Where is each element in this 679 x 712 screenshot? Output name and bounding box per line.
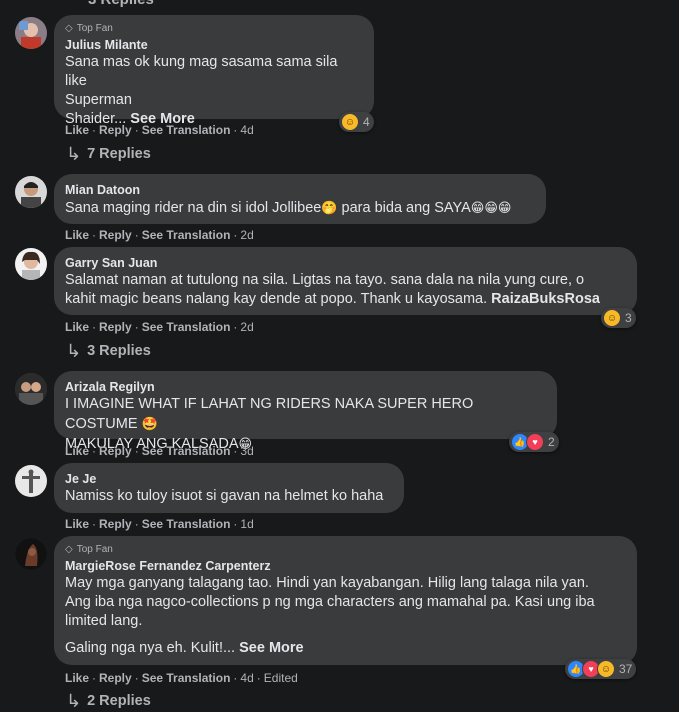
timestamp[interactable]: 4d	[240, 123, 253, 137]
timestamp[interactable]: 4d	[240, 671, 253, 685]
comment-author[interactable]: Je Je	[65, 471, 392, 487]
comment-text: May mga ganyang talagang tao. Hindi yan …	[65, 575, 595, 656]
comment-actions: Like · Reply · See Translation · 4d	[65, 123, 254, 137]
like-button[interactable]: Like	[65, 123, 89, 137]
comment-author[interactable]: Arizala Regilyn	[65, 379, 545, 395]
diamond-icon: ◇	[65, 544, 73, 555]
avatar[interactable]	[15, 176, 47, 208]
timestamp[interactable]: 2d	[240, 228, 253, 242]
see-translation-button[interactable]: See Translation	[142, 444, 231, 458]
comment-actions: Like · Reply · See Translation · 2d	[65, 228, 254, 242]
diamond-icon: ◇	[65, 23, 73, 34]
like-button[interactable]: Like	[65, 671, 89, 685]
timestamp[interactable]: 2d	[240, 320, 253, 334]
comment-actions: Like · Reply · See Translation · 4d · Edited	[65, 671, 298, 685]
like-button[interactable]: Like	[65, 320, 89, 334]
mention-link[interactable]: RaizaBuksRosa	[491, 291, 600, 307]
comment-actions: Like · Reply · See Translation · 1d	[65, 517, 254, 531]
avatar[interactable]	[15, 538, 47, 570]
view-replies-link[interactable]: ↳ 7 Replies	[66, 144, 151, 164]
haha-icon: ☺	[603, 309, 621, 327]
edited-label: Edited	[263, 671, 298, 685]
reaction-summary[interactable]: 👍 ♥ ☺ 37	[565, 659, 637, 679]
reaction-summary[interactable]: 👍 ♥ 2	[509, 432, 559, 452]
view-replies-link[interactable]: ↳ 3 Replies	[66, 341, 151, 361]
comment-text: Sana maging rider na din si idol Jollibe…	[65, 200, 512, 216]
top-fan-badge: ◇ Top Fan	[65, 544, 113, 555]
haha-icon: ☺	[341, 113, 359, 131]
comment-actions: Like · Reply · See Translation · 2d	[65, 320, 254, 334]
see-more-link[interactable]: See More	[239, 640, 303, 656]
reply-button[interactable]: Reply	[99, 228, 132, 242]
like-button[interactable]: Like	[65, 444, 89, 458]
reply-arrow-icon: ↳	[66, 691, 82, 711]
emoji-icon: 🤭	[321, 200, 338, 215]
emoji-icon: 😁😁😁	[470, 200, 512, 215]
view-replies-link[interactable]: ↳ 2 Replies	[66, 691, 151, 711]
avatar[interactable]	[15, 373, 47, 405]
like-button[interactable]: Like	[65, 517, 89, 531]
previous-replies-link[interactable]: 3 Replies	[88, 0, 154, 8]
comment-text: Namiss ko tuloy isuot si gavan na helmet…	[65, 488, 384, 504]
comment-bubble: Arizala Regilyn I IMAGINE WHAT IF LAHAT …	[54, 371, 557, 452]
see-translation-button[interactable]: See Translation	[142, 320, 231, 334]
see-translation-button[interactable]: See Translation	[142, 517, 231, 531]
comment-author[interactable]: MargieRose Fernandez Carpenterz	[65, 558, 625, 574]
reply-button[interactable]: Reply	[99, 517, 132, 531]
reaction-summary[interactable]: ☺ 4	[339, 112, 374, 132]
reply-button[interactable]: Reply	[99, 320, 132, 334]
comment-bubble: ◇ Top Fan MargieRose Fernandez Carpenterz…	[54, 536, 637, 665]
avatar[interactable]	[15, 17, 47, 49]
comment-author[interactable]: Mian Datoon	[65, 182, 534, 198]
see-translation-button[interactable]: See Translation	[142, 228, 231, 242]
reply-button[interactable]: Reply	[99, 123, 132, 137]
comment-actions: Like · Reply · See Translation · 3d	[65, 444, 254, 458]
avatar[interactable]	[15, 465, 47, 497]
reply-button[interactable]: Reply	[99, 444, 132, 458]
reply-arrow-icon: ↳	[66, 144, 82, 164]
timestamp[interactable]: 1d	[240, 517, 253, 531]
top-fan-badge: ◇ Top Fan	[65, 23, 113, 34]
comment-bubble: Je Je Namiss ko tuloy isuot si gavan na …	[54, 463, 404, 513]
comment-author[interactable]: Julius Milante	[65, 37, 362, 53]
timestamp[interactable]: 3d	[240, 444, 253, 458]
like-button[interactable]: Like	[65, 228, 89, 242]
comment-text: Sana mas ok kung mag sasama sama sila li…	[65, 54, 338, 127]
comment-author[interactable]: Garry San Juan	[65, 255, 625, 271]
comment-bubble: Mian Datoon Sana maging rider na din si …	[54, 174, 546, 224]
see-translation-button[interactable]: See Translation	[142, 123, 231, 137]
reply-arrow-icon: ↳	[66, 341, 82, 361]
avatar[interactable]	[15, 248, 47, 280]
emoji-icon: 🤩	[141, 416, 158, 431]
love-reaction-icon: ♥	[526, 433, 544, 451]
haha-icon: ☺	[597, 660, 615, 678]
comment-bubble: ◇ Top Fan Julius Milante Sana mas ok kung…	[54, 15, 374, 127]
reaction-summary[interactable]: ☺ 3	[601, 308, 636, 328]
comment-text: Salamat naman at tutulong na sila. Ligta…	[65, 272, 600, 307]
see-translation-button[interactable]: See Translation	[142, 671, 231, 685]
reply-button[interactable]: Reply	[99, 671, 132, 685]
comment-bubble: Garry San Juan Salamat naman at tutulong…	[54, 247, 637, 315]
